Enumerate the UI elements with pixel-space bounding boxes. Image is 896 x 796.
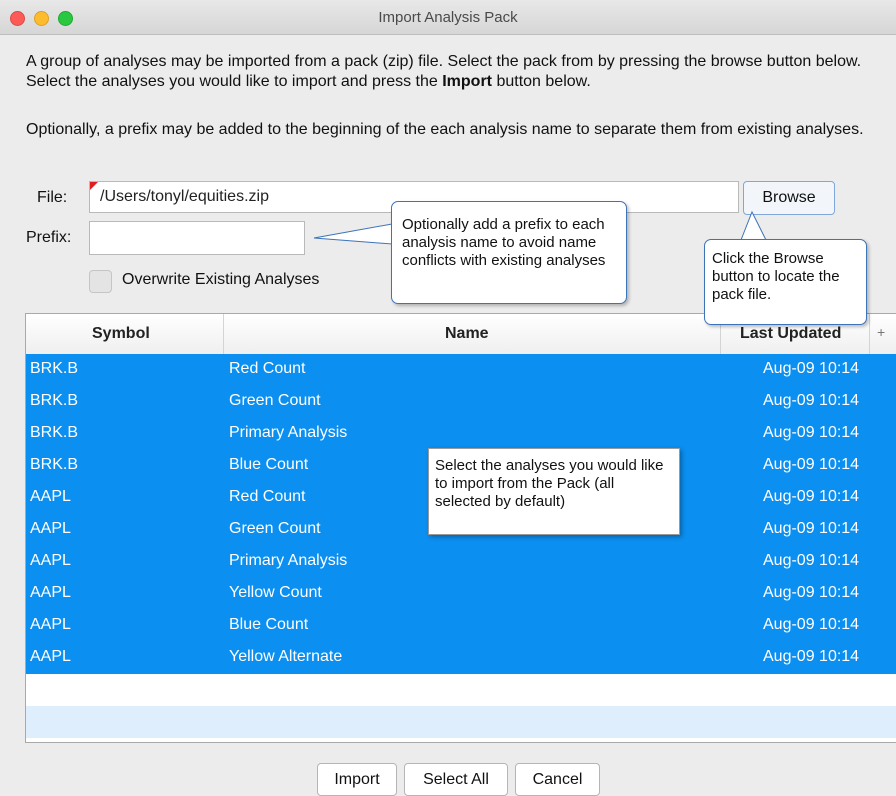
prefix-label: Prefix:: [26, 229, 72, 246]
file-path-value: /Users/tonyl/equities.zip: [100, 188, 269, 205]
column-divider[interactable]: [869, 314, 870, 354]
symbol-cell: BRK.B: [30, 456, 79, 473]
name-cell: Yellow Alternate: [229, 648, 343, 665]
column-header-name[interactable]: Name: [445, 325, 489, 343]
overwrite-checkbox[interactable]: [89, 270, 112, 293]
last-updated-cell: Aug-09 10:14: [763, 360, 860, 377]
last-updated-cell: Aug-09 10:14: [763, 488, 860, 505]
import-button[interactable]: Import: [317, 763, 397, 796]
last-updated-cell: Aug-09 10:14: [763, 584, 860, 601]
last-updated-cell: Aug-09 10:14: [763, 616, 860, 633]
symbol-cell: AAPL: [30, 520, 71, 537]
table-row[interactable]: BRK.B Green Count Aug-09 10:14: [26, 386, 896, 418]
name-cell: Green Count: [229, 520, 321, 537]
description-paragraph-2: Optionally, a prefix may be added to the…: [26, 121, 864, 138]
prefix-callout: Optionally add a prefix to each analysis…: [391, 201, 627, 304]
symbol-cell: BRK.B: [30, 392, 79, 409]
name-cell: Red Count: [229, 488, 306, 505]
last-updated-cell: Aug-09 10:14: [763, 456, 860, 473]
name-cell: Primary Analysis: [229, 552, 348, 569]
prefix-input[interactable]: [89, 221, 305, 255]
symbol-cell: BRK.B: [30, 360, 79, 377]
title-bar: Import Analysis Pack: [0, 0, 896, 35]
column-header-symbol[interactable]: Symbol: [92, 325, 150, 343]
symbol-cell: BRK.B: [30, 424, 79, 441]
column-header-last-updated[interactable]: Last Updated: [740, 325, 841, 343]
cancel-button[interactable]: Cancel: [515, 763, 600, 796]
name-cell: Primary Analysis: [229, 424, 348, 441]
last-updated-cell: Aug-09 10:14: [763, 392, 860, 409]
column-divider[interactable]: [223, 314, 224, 354]
last-updated-cell: Aug-09 10:14: [763, 648, 860, 665]
symbol-cell: AAPL: [30, 488, 71, 505]
name-cell: Blue Count: [229, 616, 309, 633]
window-title: Import Analysis Pack: [378, 9, 518, 26]
table-row[interactable]: AAPL Primary Analysis Aug-09 10:14: [26, 546, 896, 578]
table-row[interactable]: BRK.B Primary Analysis Aug-09 10:14: [26, 418, 896, 450]
file-label: File:: [37, 189, 68, 206]
select-all-button[interactable]: Select All: [404, 763, 508, 796]
last-updated-cell: Aug-09 10:14: [763, 552, 860, 569]
table-row[interactable]: AAPL Yellow Count Aug-09 10:14: [26, 578, 896, 610]
symbol-cell: AAPL: [30, 552, 71, 569]
name-cell: Green Count: [229, 392, 321, 409]
last-updated-cell: Aug-09 10:14: [763, 424, 860, 441]
symbol-cell: AAPL: [30, 648, 71, 665]
last-updated-cell: Aug-09 10:14: [763, 520, 860, 537]
browse-callout: Click the Browse button to locate the pa…: [704, 239, 867, 325]
table-callout: Select the analyses you would like to im…: [428, 448, 680, 535]
table-row[interactable]: AAPL Yellow Alternate Aug-09 10:14: [26, 642, 896, 674]
empty-row: [26, 674, 896, 706]
required-marker-icon: [90, 182, 98, 190]
description-paragraph-1: A group of analyses may be imported from…: [26, 53, 862, 90]
table-row[interactable]: BRK.B Red Count Aug-09 10:14: [26, 354, 896, 386]
table-row[interactable]: AAPL Blue Count Aug-09 10:14: [26, 610, 896, 642]
overwrite-checkbox-label[interactable]: Overwrite Existing Analyses: [122, 271, 319, 289]
name-cell: Blue Count: [229, 456, 309, 473]
add-column-icon[interactable]: +: [877, 324, 885, 340]
name-cell: Yellow Count: [229, 584, 322, 601]
name-cell: Red Count: [229, 360, 306, 377]
empty-row: [26, 706, 896, 738]
symbol-cell: AAPL: [30, 584, 71, 601]
symbol-cell: AAPL: [30, 616, 71, 633]
browse-button[interactable]: Browse: [743, 181, 835, 215]
